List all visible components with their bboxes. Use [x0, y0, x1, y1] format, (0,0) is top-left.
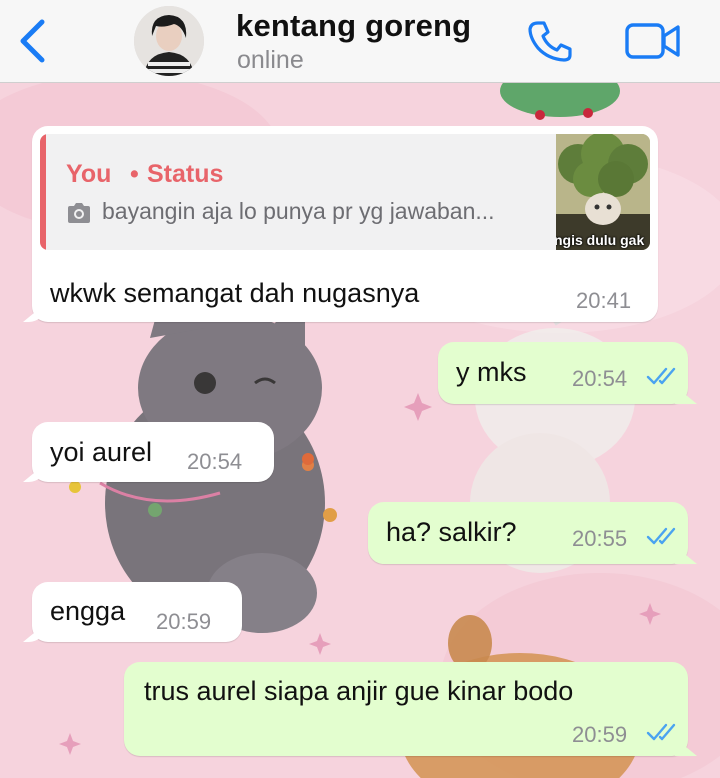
message-time: 20:54	[187, 449, 243, 474]
reply-separator: •	[130, 160, 139, 188]
contact-name[interactable]: kentang goreng	[236, 8, 471, 44]
reply-preview-text: bayangin aja lo punya pr yg jawaban...	[102, 198, 495, 224]
reply-accent-bar	[40, 134, 46, 250]
message-text: ha? salkir?	[386, 517, 517, 547]
phone-icon	[528, 21, 572, 62]
message-time: 20:41	[576, 288, 632, 313]
message-bubble-outgoing[interactable]: y mks 20:54	[438, 342, 688, 404]
video-call-button[interactable]	[624, 21, 682, 61]
thumbnail-caption: ngis dulu gak	[556, 232, 645, 248]
message-bubble-outgoing[interactable]: ha? salkir? 20:55	[368, 502, 688, 564]
reply-author: You	[66, 160, 112, 188]
message-bubble-incoming[interactable]: engga 20:59	[32, 582, 242, 642]
message-bubble-outgoing[interactable]: trus aurel siapa anjir gue kinar bodo 20…	[124, 662, 688, 756]
reply-kind: Status	[147, 160, 224, 188]
double-check-icon	[646, 723, 676, 741]
chevron-left-icon	[20, 19, 45, 63]
message-time: 20:59	[572, 722, 628, 747]
status-thumbnail: ngis dulu gak	[556, 134, 650, 250]
message-text: engga	[50, 596, 126, 626]
message-text: wkwk semangat dah nugasnya	[50, 278, 420, 308]
camera-icon	[68, 203, 90, 223]
double-check-icon	[646, 527, 676, 545]
back-button[interactable]	[14, 18, 54, 64]
message-text: y mks	[456, 357, 527, 387]
message-time: 20:55	[572, 526, 628, 551]
message-bubble-incoming[interactable]: You • Status bayangin aja lo punya pr yg…	[32, 126, 658, 322]
message-time: 20:59	[156, 609, 212, 634]
contact-status: online	[237, 46, 304, 74]
message-text: yoi aurel	[50, 437, 153, 467]
double-check-icon	[646, 367, 676, 385]
voice-call-button[interactable]	[526, 19, 576, 63]
message-bubble-incoming[interactable]: yoi aurel 20:54	[32, 422, 274, 482]
video-camera-icon	[625, 23, 680, 59]
avatar[interactable]	[134, 6, 204, 76]
message-text: trus aurel siapa anjir gue kinar bodo	[144, 676, 574, 706]
quoted-status-reply[interactable]: You • Status bayangin aja lo punya pr yg…	[40, 134, 650, 250]
chat-header: kentang goreng online	[0, 0, 720, 83]
message-time: 20:54	[572, 366, 628, 391]
avatar-photo	[134, 6, 204, 76]
